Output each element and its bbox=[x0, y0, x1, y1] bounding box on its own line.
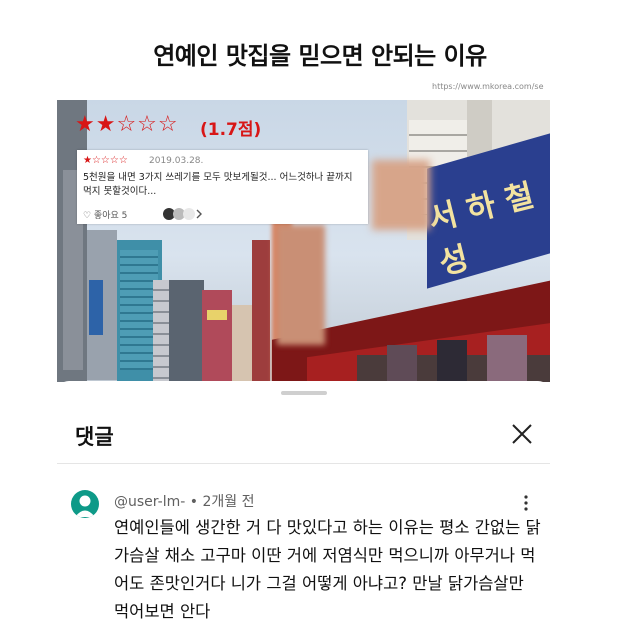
sheet-grabber[interactable] bbox=[281, 391, 327, 395]
avatar[interactable] bbox=[71, 490, 99, 518]
street-photo: 서 하 철 성 ★★☆☆☆ (1.7점) ★☆☆☆☆ 2019.03.28. 5… bbox=[57, 100, 550, 382]
comment-text: 연예인들에 생간한 거 다 맛있다고 하는 이유는 평소 간없는 닭가슴살 채소… bbox=[114, 518, 541, 621]
rating-score: (1.7점) bbox=[200, 120, 262, 140]
review-like: ♡ 좋아요 5 bbox=[83, 211, 128, 221]
headline-title: 연예인 맛집을 믿으면 안되는 이유 bbox=[153, 42, 487, 70]
close-button[interactable] bbox=[507, 419, 537, 449]
sheet-title: 댓글 bbox=[75, 425, 114, 449]
user-icon bbox=[75, 495, 95, 517]
divider bbox=[57, 463, 550, 464]
more-options-button[interactable] bbox=[523, 495, 529, 515]
comment-time: 2개월 전 bbox=[202, 494, 255, 510]
close-icon bbox=[512, 424, 532, 444]
rating-stars: ★★☆☆☆ bbox=[75, 112, 179, 137]
meta-separator: • bbox=[189, 494, 198, 510]
comment-author[interactable]: @user-lm- bbox=[114, 494, 185, 510]
review-card: ★☆☆☆☆ 2019.03.28. 5천원을 내면 3가지 쓰레기를 모두 맛보… bbox=[77, 150, 368, 224]
review-text: 5천원을 내면 3가지 쓰레기를 모두 맛보게될것... 어느것하나 끝까지 먹… bbox=[83, 172, 353, 197]
review-date: 2019.03.28. bbox=[149, 156, 204, 166]
more-vertical-icon bbox=[524, 495, 528, 511]
review-stars: ★☆☆☆☆ bbox=[83, 155, 128, 166]
comment-meta: @user-lm- • 2개월 전 bbox=[114, 491, 254, 511]
comments-sheet: 댓글 @user-lm- • 2개월 전 연예인들에 생간한 거 다 맛있다고 … bbox=[57, 381, 550, 640]
avatar-group-icon bbox=[163, 208, 202, 220]
watermark-url: https://www.mkorea.com/se bbox=[432, 82, 544, 91]
reviewer-avatars bbox=[163, 207, 203, 224]
